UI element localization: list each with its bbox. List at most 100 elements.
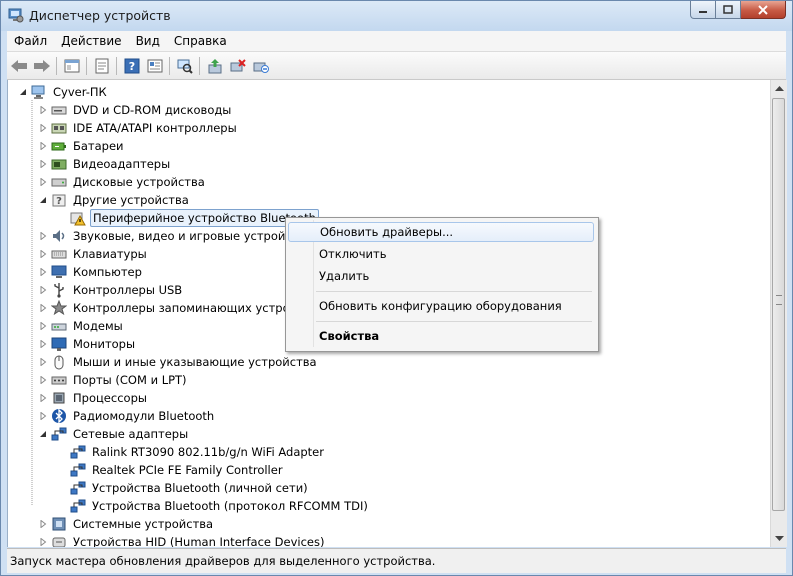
tree-device-label: Устройства Bluetooth (протокол RFCOMM TD… <box>92 499 368 513</box>
context-scan-hardware[interactable]: Обновить конфигурацию оборудования <box>288 296 594 316</box>
status-bar: Запуск мастера обновления драйверов для … <box>7 548 786 573</box>
maximize-button[interactable] <box>716 1 741 19</box>
update-driver-icon <box>208 58 222 73</box>
tree-category-label: Устройства HID (Human Interface Devices) <box>73 535 325 547</box>
device-manager-window: Диспетчер устройств Файл Действие Вид Сп… <box>0 0 793 576</box>
context-properties[interactable]: Свойства <box>288 326 594 346</box>
tree-category-label: DVD и CD-ROM дисководы <box>73 103 232 117</box>
menu-action[interactable]: Действие <box>54 31 128 51</box>
disable-device-button[interactable] <box>227 55 249 77</box>
properties-sheet-icon <box>95 58 109 73</box>
tree-category-label: Сетевые адаптеры <box>73 427 189 441</box>
vertical-scrollbar[interactable] <box>770 80 787 547</box>
tree-device-label: Realtek PCIe FE Family Controller <box>92 463 283 477</box>
maximize-icon <box>723 4 733 14</box>
tree-device[interactable]: Устройства Bluetooth (личной сети) <box>57 479 310 497</box>
close-icon <box>758 4 768 15</box>
tree-category-label: Модемы <box>73 319 123 333</box>
tree-category[interactable]: Мыши и иные указывающие устройства <box>38 353 319 371</box>
scan-hardware-button[interactable] <box>174 55 196 77</box>
menu-help[interactable]: Справка <box>167 31 234 51</box>
scroll-down-button[interactable] <box>771 530 787 547</box>
tree-device-label: Устройства Bluetooth (личной сети) <box>92 481 308 495</box>
menu-file[interactable]: Файл <box>7 31 54 51</box>
menu-view[interactable]: Вид <box>129 31 167 51</box>
close-button[interactable] <box>741 1 786 19</box>
scroll-up-button[interactable] <box>771 80 787 97</box>
console-tree-icon <box>64 59 80 72</box>
minimize-icon <box>699 10 707 13</box>
uninstall-device-icon <box>253 62 269 73</box>
network-adapter-icon <box>70 445 86 459</box>
window-title: Диспетчер устройств <box>29 8 171 23</box>
toolbar: ? <box>7 52 786 80</box>
scroll-thumb[interactable] <box>772 98 785 511</box>
context-update-drivers[interactable]: Обновить драйверы... <box>288 222 594 242</box>
context-separator <box>316 291 592 292</box>
forward-button[interactable] <box>31 55 53 77</box>
tree-category-label: Мониторы <box>73 337 136 351</box>
scan-hardware-icon <box>177 59 193 74</box>
help-icon: ? <box>124 58 140 73</box>
properties-sheet-button[interactable] <box>91 55 113 77</box>
tree-device-label: Ralink RT3090 802.11b/g/n WiFi Adapter <box>92 445 324 459</box>
title-bar[interactable]: Диспетчер устройств <box>1 1 792 31</box>
tree-category-label: Радиомодули Bluetooth <box>73 409 215 423</box>
context-separator <box>316 321 592 322</box>
scroll-down-arrow-icon <box>774 535 784 541</box>
minimize-button[interactable] <box>690 1 716 19</box>
back-arrow-icon <box>11 59 27 72</box>
help-button[interactable]: ? <box>121 55 143 77</box>
tree-device[interactable]: Ralink RT3090 802.11b/g/n WiFi Adapter <box>57 443 326 461</box>
tree-category[interactable]: Устройства HID (Human Interface Devices) <box>38 533 326 547</box>
tree-category-label: Звуковые, видео и игровые устройства <box>73 229 313 243</box>
properties-button[interactable] <box>144 55 166 77</box>
device-manager-icon <box>8 8 24 23</box>
disable-device-icon <box>230 58 246 71</box>
tree-category-label: Системные устройства <box>73 517 214 531</box>
context-disable[interactable]: Отключить <box>288 244 594 264</box>
scroll-grip <box>776 295 782 305</box>
scroll-up-arrow-icon <box>774 85 784 91</box>
tree-category-label: Процессоры <box>73 391 147 405</box>
context-menu: Обновить драйверы... Отключить Удалить О… <box>285 217 599 352</box>
update-driver-button[interactable] <box>204 55 226 77</box>
tree-category-label: Контроллеры запоминающих устройств <box>73 301 317 315</box>
menu-bar: Файл Действие Вид Справка <box>7 31 786 52</box>
status-text: Запуск мастера обновления драйверов для … <box>10 554 436 568</box>
back-button[interactable] <box>8 55 30 77</box>
uninstall-device-button[interactable] <box>250 55 272 77</box>
network-adapter-icon <box>70 463 86 477</box>
tree-category[interactable]: Звуковые, видео и игровые устройства <box>38 227 314 245</box>
tree-category-label: IDE ATA/ATAPI контроллеры <box>73 121 237 135</box>
tree-category[interactable]: Контроллеры запоминающих устройств <box>38 299 319 317</box>
tree-device[interactable]: Realtek PCIe FE Family Controller <box>57 461 285 479</box>
tree-category-label: Контроллеры USB <box>73 283 183 297</box>
toolbar-separator <box>169 56 170 75</box>
toolbar-separator <box>86 56 87 75</box>
context-uninstall[interactable]: Удалить <box>288 266 594 286</box>
tree-category-label: Мыши и иные указывающие устройства <box>73 355 317 369</box>
tree-category-label: Дисковые устройства <box>73 175 205 189</box>
tree-category-label: Батареи <box>73 139 124 153</box>
svg-text:?: ? <box>129 60 135 73</box>
toolbar-separator <box>199 56 200 75</box>
forward-arrow-icon <box>34 59 50 72</box>
tree-category[interactable]: IDE ATA/ATAPI контроллеры <box>38 119 239 137</box>
tree-category-label: Компьютер <box>73 265 142 279</box>
console-tree-button[interactable] <box>61 55 83 77</box>
network-adapter-icon <box>70 481 86 495</box>
caption-buttons <box>690 1 786 21</box>
tree-category-label: Другие устройства <box>73 193 189 207</box>
tree-connector-lines <box>31 100 33 506</box>
warning-device-icon <box>70 212 86 226</box>
tree-category-label: Видеоадаптеры <box>73 157 171 171</box>
tree-category-label: Клавиатуры <box>73 247 147 261</box>
toolbar-separator <box>56 56 57 75</box>
tree-device[interactable]: Устройства Bluetooth (протокол RFCOMM TD… <box>57 497 370 515</box>
toolbar-separator <box>116 56 117 75</box>
tree-device[interactable]: Периферийное устройство Bluetooth <box>57 209 319 227</box>
properties-icon <box>147 59 163 72</box>
tree-category-label: Порты (COM и LPT) <box>73 373 187 387</box>
network-adapter-icon <box>70 499 86 513</box>
